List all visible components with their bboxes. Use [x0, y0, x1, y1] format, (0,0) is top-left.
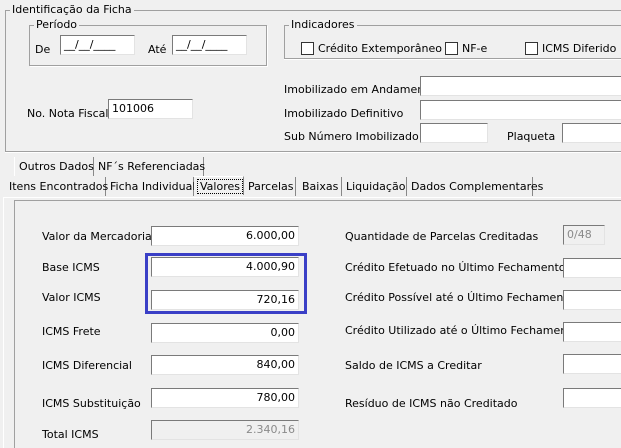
tab-outros-dados[interactable]: Outros Dados: [14, 157, 94, 176]
valor-label: ICMS Diferencial: [42, 359, 132, 372]
credito-label: Crédito Efetuado no Último Fechamento: [345, 261, 566, 274]
credito-extemporaneo-label: Crédito Extemporâneo: [318, 42, 443, 55]
credito-label: Crédito Possível até o Último Fechamento: [345, 291, 575, 304]
valor-label: ICMS Substituição: [42, 397, 141, 410]
valor-label: ICMS Frete: [42, 325, 101, 338]
valor-input[interactable]: 4.000,90: [151, 257, 299, 277]
valor-label: Total ICMS: [42, 428, 99, 441]
valor-input[interactable]: 780,00: [151, 388, 299, 408]
tab-dados-complementares[interactable]: Dados Complementares: [407, 177, 543, 196]
ate-label: Até: [148, 43, 167, 56]
indicadores-title: Indicadores: [289, 18, 357, 31]
nfe-checkbox[interactable]: [445, 42, 458, 55]
credito-input[interactable]: [563, 258, 621, 278]
credito-input[interactable]: [563, 388, 621, 408]
tab-itens-encontrados[interactable]: Itens Encontrados: [5, 177, 108, 196]
credito-label: Resíduo de ICMS não Creditado: [345, 397, 518, 410]
valor-input: 2.340,16: [151, 420, 299, 440]
de-label: De: [35, 43, 51, 56]
nota-fiscal-label: No. Nota Fiscal: [27, 107, 109, 120]
valor-input[interactable]: 6.000,00: [151, 226, 299, 246]
credito-input: 0/48: [563, 225, 605, 245]
imob-definitivo-label: Imobilizado Definitivo: [284, 107, 404, 120]
sub-numero-input[interactable]: [420, 123, 488, 143]
nota-fiscal-input[interactable]: 101006: [108, 99, 193, 119]
sub-numero-label: Sub Número Imobilizado: [284, 130, 419, 143]
tab-ficha-individual[interactable]: Ficha Individual: [106, 177, 195, 196]
credito-label: Crédito Utilizado até o Último Fechament…: [345, 324, 579, 337]
tab-baixas[interactable]: Baixas: [298, 177, 342, 196]
tab-liquidacao[interactable]: Liquidação: [342, 177, 407, 196]
credito-label: Quantidade de Parcelas Creditadas: [345, 230, 539, 243]
plaqueta-label: Plaqueta: [507, 130, 556, 143]
imob-andamento-label: Imobilizado em Andamento: [284, 83, 436, 96]
nfe-label: NF-e: [462, 42, 488, 55]
credito-input[interactable]: [563, 354, 621, 374]
credito-label: Saldo de ICMS a Creditar: [345, 359, 482, 372]
identificacao-title: Identificação da Ficha: [10, 3, 134, 16]
de-date-input[interactable]: __/__/____: [60, 35, 135, 55]
valor-input[interactable]: 720,16: [151, 290, 299, 310]
valor-label: Valor ICMS: [42, 291, 101, 304]
credito-input[interactable]: [563, 322, 621, 342]
tab-nf-referenciadas[interactable]: NF´s Referenciadas: [94, 157, 205, 176]
ate-date-input[interactable]: __/__/____: [172, 35, 247, 55]
periodo-title: Período: [34, 18, 80, 31]
icms-diferido-label: ICMS Diferido: [542, 42, 617, 55]
imob-definitivo-input[interactable]: [420, 100, 621, 120]
credito-extemporaneo-checkbox[interactable]: [301, 42, 314, 55]
valor-label: Base ICMS: [42, 261, 100, 274]
valor-input[interactable]: 0,00: [151, 323, 299, 343]
valor-input[interactable]: 840,00: [151, 355, 299, 375]
credito-input[interactable]: [563, 290, 621, 310]
plaqueta-input[interactable]: [562, 123, 621, 143]
valor-label: Valor da Mercadoria: [42, 230, 152, 243]
icms-diferido-checkbox[interactable]: [525, 42, 538, 55]
tab-parcelas[interactable]: Parcelas: [244, 177, 296, 196]
imob-andamento-input[interactable]: [420, 76, 621, 96]
tab-valores[interactable]: Valores: [194, 176, 244, 195]
